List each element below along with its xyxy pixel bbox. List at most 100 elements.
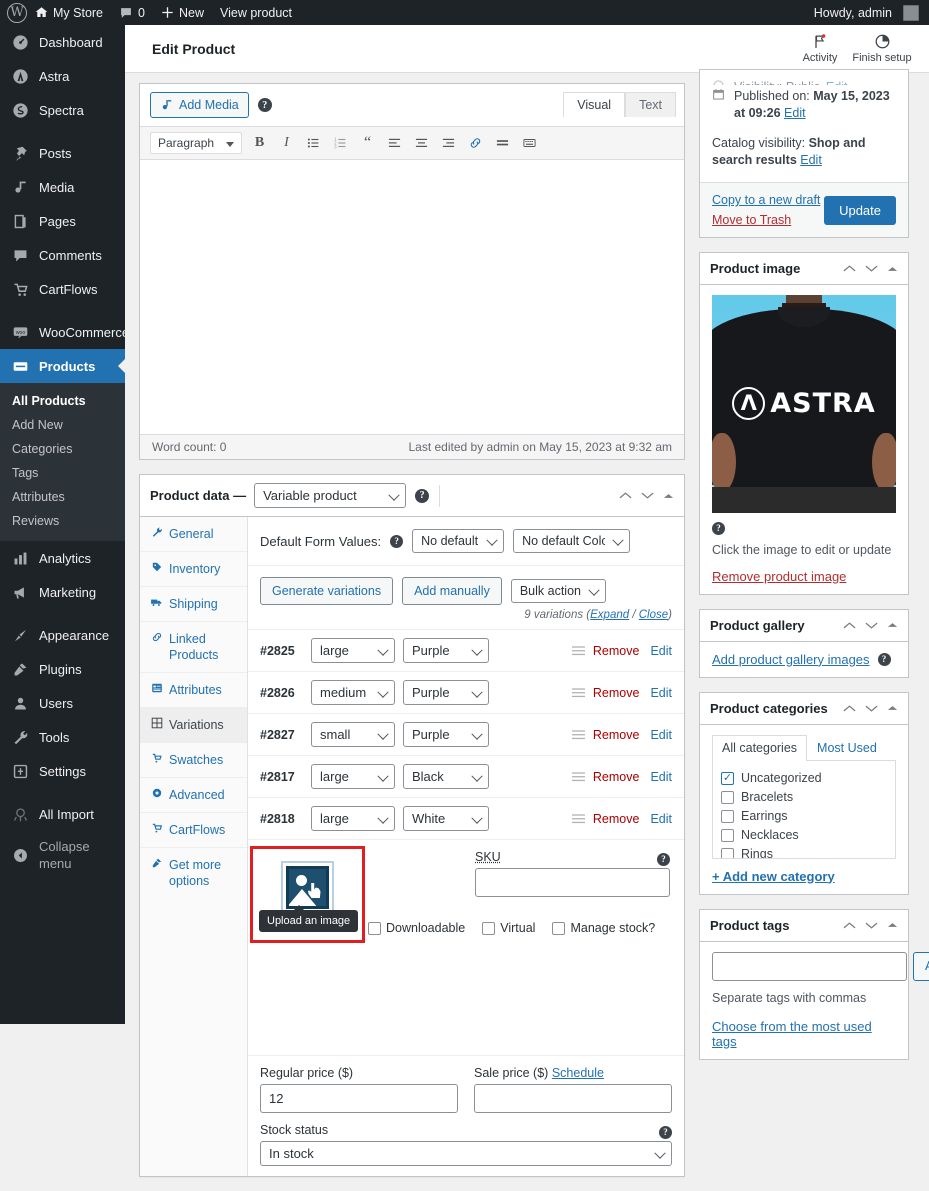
panel-order-buttons[interactable] xyxy=(843,621,898,630)
manage-stock-checkbox[interactable] xyxy=(552,921,566,935)
toggle-panel-icon[interactable] xyxy=(887,265,898,273)
variation-color-select-wrap[interactable]: Purple xyxy=(403,638,489,663)
move-up-icon[interactable] xyxy=(843,621,856,630)
default-size-select[interactable]: No default Size… xyxy=(412,529,505,553)
category-checklist[interactable]: ✓ Uncategorized Bracelets Earrings Neckl… xyxy=(712,760,896,859)
variation-size-select[interactable]: medium xyxy=(311,680,395,705)
bulk-actions-select[interactable]: Bulk actions xyxy=(510,579,606,603)
sidebar-item-astra[interactable]: Astra xyxy=(0,59,125,93)
tag-input[interactable] xyxy=(712,951,907,981)
add-media-button[interactable]: Add Media xyxy=(150,92,249,118)
submenu-item-add-new[interactable]: Add New xyxy=(0,413,125,437)
help-icon[interactable]: ? xyxy=(415,488,430,503)
checkbox[interactable] xyxy=(721,809,734,823)
help-icon[interactable]: ? xyxy=(877,652,891,666)
submenu-item-reviews[interactable]: Reviews xyxy=(0,509,125,533)
add-new-category-link[interactable]: + Add new category xyxy=(712,869,835,884)
sidebar-item-woocommerce[interactable]: woo WooCommerce xyxy=(0,315,125,349)
move-up-icon[interactable] xyxy=(843,921,856,930)
panel-order-buttons[interactable] xyxy=(619,491,674,500)
drag-handle-icon[interactable] xyxy=(571,645,585,656)
variation-size-select-wrap[interactable]: large xyxy=(311,806,395,831)
sale-price-input[interactable] xyxy=(474,1084,672,1113)
sidebar-item-settings[interactable]: Settings xyxy=(0,754,125,788)
drag-handle-icon[interactable] xyxy=(571,771,585,782)
products-submenu[interactable]: All Products Add New Categories Tags Att… xyxy=(0,383,125,541)
editor-content-body[interactable] xyxy=(140,160,684,434)
generate-variations-button[interactable]: Generate variations xyxy=(260,577,394,605)
tab-variations[interactable]: Variations xyxy=(140,708,247,743)
update-button[interactable]: Update xyxy=(824,195,896,225)
italic-icon[interactable]: I xyxy=(277,134,296,153)
remove-variation-link[interactable]: Remove xyxy=(593,728,640,742)
tab-general[interactable]: General xyxy=(140,517,247,552)
move-down-icon[interactable] xyxy=(865,704,878,713)
toggle-panel-icon[interactable] xyxy=(887,921,898,929)
checkbox[interactable] xyxy=(721,847,734,858)
close-link[interactable]: Close xyxy=(639,609,668,621)
move-up-icon[interactable] xyxy=(843,704,856,713)
tab-swatches[interactable]: Swatches xyxy=(140,743,247,778)
variation-color-select[interactable]: Purple xyxy=(403,680,489,705)
variation-color-select-wrap[interactable]: Purple xyxy=(403,680,489,705)
submenu-item-attributes[interactable]: Attributes xyxy=(0,485,125,509)
variation-size-select[interactable]: large xyxy=(311,764,395,789)
toggle-panel-icon[interactable] xyxy=(887,704,898,712)
sku-input[interactable] xyxy=(475,868,670,897)
help-icon[interactable]: ? xyxy=(659,1125,672,1139)
link-icon[interactable] xyxy=(466,134,485,153)
submenu-item-categories[interactable]: Categories xyxy=(0,437,125,461)
help-icon[interactable]: ? xyxy=(657,852,670,866)
drag-handle-icon[interactable] xyxy=(571,687,585,698)
tab-get-more-options[interactable]: Get more options xyxy=(140,848,247,898)
variation-color-select[interactable]: Black xyxy=(403,764,489,789)
checkbox-checked[interactable]: ✓ xyxy=(721,771,734,785)
sidebar-item-analytics[interactable]: Analytics xyxy=(0,541,125,575)
drag-handle-icon[interactable] xyxy=(571,729,585,740)
variation-size-select-wrap[interactable]: small xyxy=(311,722,395,747)
copy-to-new-draft-link[interactable]: Copy to a new draft xyxy=(712,193,820,207)
stock-status-select[interactable]: In stock xyxy=(260,1141,672,1166)
downloadable-checkbox-row[interactable]: Downloadable xyxy=(368,921,465,935)
move-down-icon[interactable] xyxy=(865,621,878,630)
variation-size-select-wrap[interactable]: large xyxy=(311,764,395,789)
expand-link[interactable]: Expand xyxy=(590,609,629,621)
variation-color-select[interactable]: Purple xyxy=(403,722,489,747)
variation-size-select-wrap[interactable]: medium xyxy=(311,680,395,705)
tab-attributes[interactable]: Attributes xyxy=(140,673,247,708)
sidebar-item-appearance[interactable]: Appearance xyxy=(0,618,125,652)
sidebar-item-all-import[interactable]: All Import xyxy=(0,797,125,831)
category-item-earrings[interactable]: Earrings xyxy=(721,807,887,826)
sidebar-item-posts[interactable]: Posts xyxy=(0,136,125,170)
checkbox[interactable] xyxy=(721,828,734,842)
product-type-select-wrap[interactable]: Variable product xyxy=(254,483,407,508)
variation-size-select[interactable]: small xyxy=(311,722,395,747)
move-down-icon[interactable] xyxy=(865,264,878,273)
variation-color-select-wrap[interactable]: Purple xyxy=(403,722,489,747)
sidebar-item-collapse-menu[interactable]: Collapse menu xyxy=(0,831,125,879)
sidebar-item-products[interactable]: Products xyxy=(0,349,125,383)
align-center-icon[interactable] xyxy=(412,134,431,153)
toolbar-toggle-icon[interactable] xyxy=(520,134,539,153)
sidebar-item-cartflows[interactable]: CartFlows xyxy=(0,272,125,306)
numbered-list-icon[interactable]: 123 xyxy=(331,134,350,153)
sidebar-item-pages[interactable]: Pages xyxy=(0,204,125,238)
virtual-checkbox[interactable] xyxy=(482,921,496,935)
tab-shipping[interactable]: Shipping xyxy=(140,587,247,622)
new-content-button[interactable]: New xyxy=(153,0,212,25)
stock-status-select-wrap[interactable]: In stock xyxy=(260,1141,672,1166)
toggle-panel-icon[interactable] xyxy=(663,492,674,500)
blockquote-icon[interactable]: “ xyxy=(358,134,377,153)
read-more-icon[interactable] xyxy=(493,134,512,153)
add-gallery-images-link[interactable]: Add product gallery images xyxy=(712,652,870,667)
sidebar-item-comments[interactable]: Comments xyxy=(0,238,125,272)
tab-visual[interactable]: Visual xyxy=(563,92,626,117)
comments-bubble[interactable]: 0 xyxy=(111,0,153,25)
toggle-panel-icon[interactable] xyxy=(887,621,898,629)
bulk-actions-select-wrap[interactable]: Bulk actions xyxy=(510,579,606,603)
bulleted-list-icon[interactable] xyxy=(304,134,323,153)
site-name-link[interactable]: My Store xyxy=(27,0,111,25)
help-icon[interactable]: ? xyxy=(712,521,725,535)
category-item-necklaces[interactable]: Necklaces xyxy=(721,826,887,845)
default-color-select-wrap[interactable]: No default Color… xyxy=(513,529,631,553)
